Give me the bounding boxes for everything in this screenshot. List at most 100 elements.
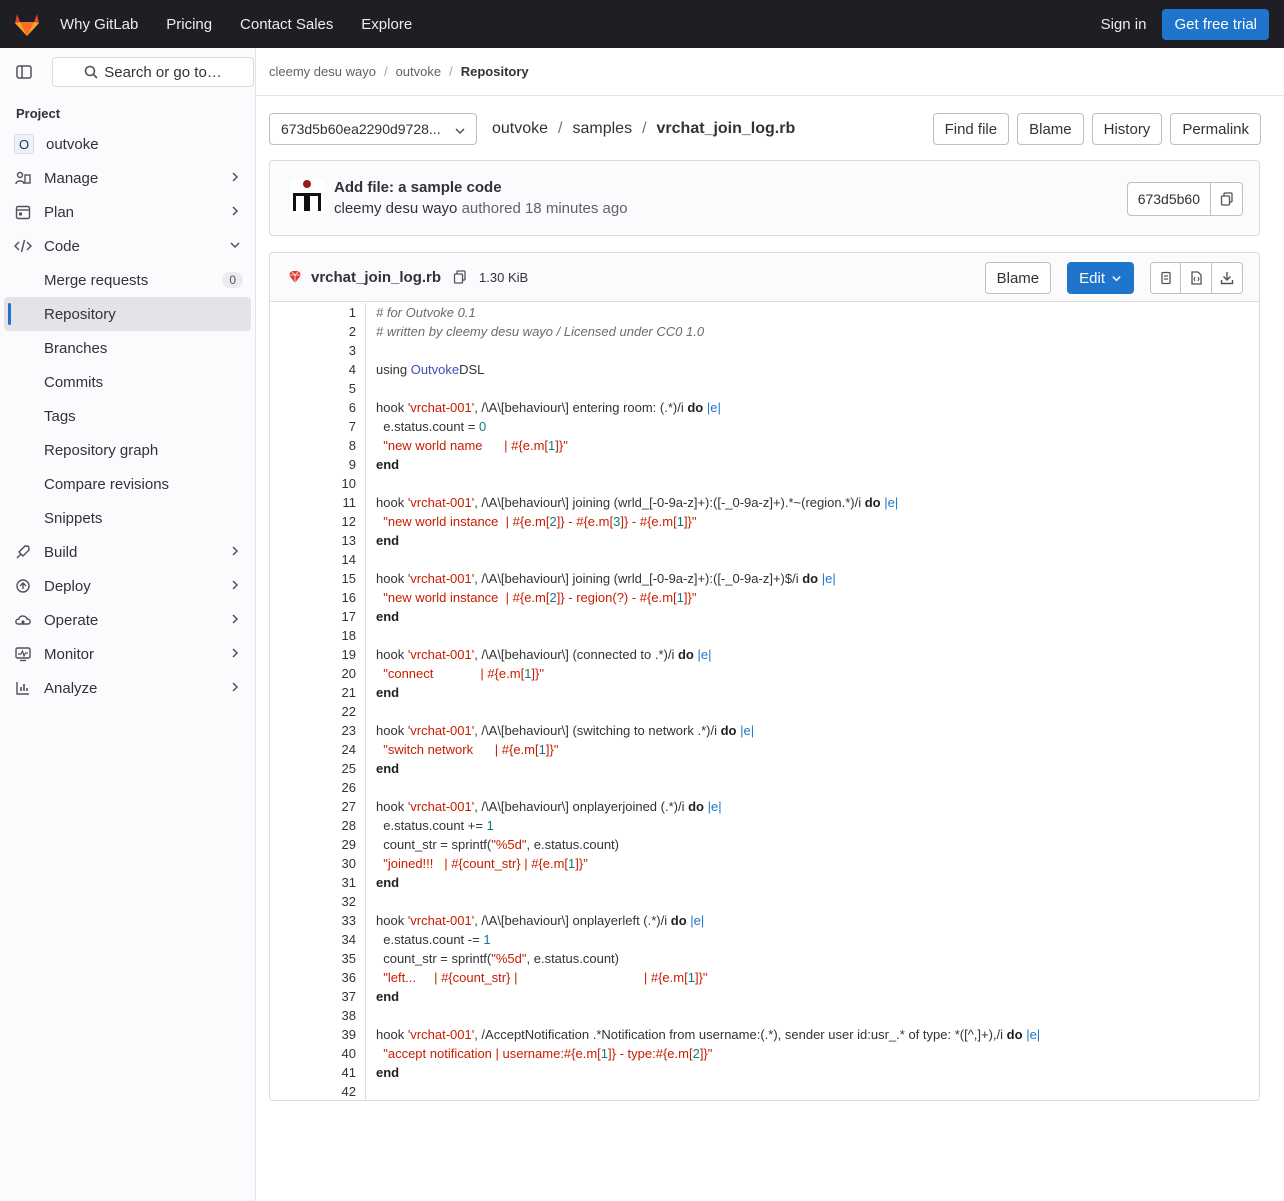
line-number[interactable]: 21 xyxy=(270,683,356,702)
sidebar-item-repository-graph[interactable]: Repository graph xyxy=(4,433,251,467)
line-number[interactable]: 7 xyxy=(270,417,356,436)
line-number[interactable]: 28 xyxy=(270,816,356,835)
line-number[interactable]: 9 xyxy=(270,455,356,474)
line-number[interactable]: 36 xyxy=(270,968,356,987)
code-token: ]}" xyxy=(545,742,559,757)
sidebar-item-operate[interactable]: Operate xyxy=(4,603,251,637)
line-number[interactable]: 14 xyxy=(270,550,356,569)
sidebar-item-deploy[interactable]: Deploy xyxy=(4,569,251,603)
chevron-right-icon xyxy=(232,206,239,216)
file-blame-button[interactable]: Blame xyxy=(984,262,1052,294)
raw-file-icon xyxy=(1191,271,1202,285)
sidebar-item-analyze[interactable]: Analyze xyxy=(4,671,251,705)
line-number[interactable]: 19 xyxy=(270,645,356,664)
code-token: end xyxy=(376,533,400,548)
sidebar-toggle-icon[interactable] xyxy=(12,60,36,84)
breadcrumb-project[interactable]: outvoke xyxy=(396,64,442,79)
avatar[interactable] xyxy=(290,179,324,213)
line-number[interactable]: 33 xyxy=(270,911,356,930)
commit-sha[interactable]: 673d5b60 xyxy=(1126,182,1211,216)
line-number[interactable]: 5 xyxy=(270,379,356,398)
commit-author[interactable]: cleemy desu wayo xyxy=(334,200,457,217)
line-number[interactable]: 41 xyxy=(270,1063,356,1082)
sidebar-item-label: Build xyxy=(44,543,78,561)
search-button[interactable]: Search or go to… xyxy=(52,57,254,87)
sidebar-item-monitor[interactable]: Monitor xyxy=(4,637,251,671)
breadcrumb-current[interactable]: Repository xyxy=(461,64,529,79)
line-number[interactable]: 40 xyxy=(270,1044,356,1063)
line-number[interactable]: 3 xyxy=(270,341,356,360)
sidebar-item-build[interactable]: Build xyxy=(4,535,251,569)
copy-contents-button[interactable] xyxy=(1150,262,1181,294)
line-number[interactable]: 4 xyxy=(270,360,356,379)
find-file-button[interactable]: Find file xyxy=(932,113,1010,145)
open-raw-button[interactable] xyxy=(1181,262,1212,294)
nav-explore[interactable]: Explore xyxy=(361,16,412,33)
line-number[interactable]: 17 xyxy=(270,607,356,626)
line-number[interactable]: 37 xyxy=(270,987,356,1006)
nav-pricing[interactable]: Pricing xyxy=(166,16,212,33)
breadcrumb-owner[interactable]: cleemy desu wayo xyxy=(269,64,376,79)
line-number[interactable]: 15 xyxy=(270,569,356,588)
sidebar-item-plan[interactable]: Plan xyxy=(4,195,251,229)
blame-button[interactable]: Blame xyxy=(1017,113,1084,145)
commit-title[interactable]: Add file: a sample code xyxy=(334,179,502,196)
nav-why-gitlab[interactable]: Why GitLab xyxy=(60,16,138,33)
line-number[interactable]: 22 xyxy=(270,702,356,721)
line-number[interactable]: 6 xyxy=(270,398,356,417)
sidebar-item-repository[interactable]: Repository xyxy=(4,297,251,331)
line-number[interactable]: 13 xyxy=(270,531,356,550)
line-number[interactable]: 38 xyxy=(270,1006,356,1025)
line-number-gutter: 1 2 3 4 5 6 7 8 9 10 11 12 13 14 15 16 17 18 19 20 21 22 23 24 2… xyxy=(270,303,366,1100)
code-token: hook xyxy=(376,647,408,662)
ref-selector[interactable]: 673d5b60ea2290d9728... xyxy=(269,113,477,145)
line-number[interactable]: 35 xyxy=(270,949,356,968)
sidebar-item-manage[interactable]: Manage xyxy=(4,161,251,195)
sidebar-item-commits[interactable]: Commits xyxy=(4,365,251,399)
sidebar-item-branches[interactable]: Branches xyxy=(4,331,251,365)
line-number[interactable]: 2 xyxy=(270,322,356,341)
line-number[interactable]: 24 xyxy=(270,740,356,759)
sidebar-item-compare-revisions[interactable]: Compare revisions xyxy=(4,467,251,501)
line-number[interactable]: 8 xyxy=(270,436,356,455)
code-token: # for Outvoke 0.1 xyxy=(376,305,476,320)
line-number[interactable]: 31 xyxy=(270,873,356,892)
sign-in-link[interactable]: Sign in xyxy=(1101,16,1147,33)
gitlab-logo-icon[interactable] xyxy=(13,11,41,37)
permalink-button[interactable]: Permalink xyxy=(1170,113,1261,145)
line-number[interactable]: 20 xyxy=(270,664,356,683)
line-number[interactable]: 39 xyxy=(270,1025,356,1044)
copy-path-icon[interactable] xyxy=(453,270,467,284)
line-number[interactable]: 16 xyxy=(270,588,356,607)
line-number[interactable]: 11 xyxy=(270,493,357,512)
code-token: Outvoke xyxy=(410,362,460,377)
line-number[interactable]: 25 xyxy=(270,759,356,778)
nav-contact-sales[interactable]: Contact Sales xyxy=(240,16,333,33)
code-token: 'vrchat-001' xyxy=(407,571,475,586)
line-number[interactable]: 30 xyxy=(270,854,356,873)
line-number[interactable]: 32 xyxy=(270,892,356,911)
line-number[interactable]: 29 xyxy=(270,835,356,854)
line-number[interactable]: 10 xyxy=(270,474,356,493)
code-token: |e| xyxy=(706,400,721,415)
line-number[interactable]: 1 xyxy=(270,303,356,322)
line-number[interactable]: 27 xyxy=(270,797,356,816)
path-segment-project[interactable]: outvoke xyxy=(492,120,548,138)
line-number[interactable]: 26 xyxy=(270,778,356,797)
line-number[interactable]: 42 xyxy=(270,1082,356,1100)
sidebar-item-tags[interactable]: Tags xyxy=(4,399,251,433)
history-button[interactable]: History xyxy=(1091,113,1163,145)
sidebar-item-merge-requests[interactable]: Merge requests 0 xyxy=(4,263,251,297)
sidebar-item-snippets[interactable]: Snippets xyxy=(4,501,251,535)
free-trial-button[interactable]: Get free trial xyxy=(1162,8,1269,40)
edit-button[interactable]: Edit xyxy=(1067,262,1134,294)
line-number[interactable]: 34 xyxy=(270,930,356,949)
copy-sha-button[interactable] xyxy=(1211,182,1243,216)
path-segment-dir[interactable]: samples xyxy=(573,120,633,138)
line-number[interactable]: 23 xyxy=(270,721,356,740)
sidebar-item-code[interactable]: Code xyxy=(4,229,251,263)
sidebar-item-project[interactable]: O outvoke xyxy=(4,127,251,161)
line-number[interactable]: 18 xyxy=(270,626,356,645)
download-button[interactable] xyxy=(1212,262,1243,294)
line-number[interactable]: 12 xyxy=(270,512,356,531)
